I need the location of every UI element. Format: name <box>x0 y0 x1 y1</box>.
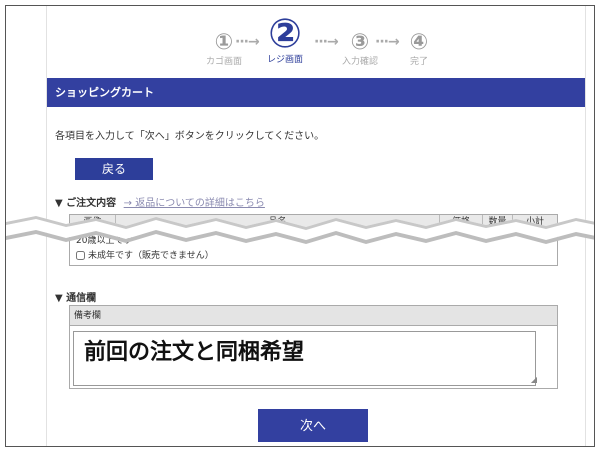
next-button[interactable]: 次へ <box>258 409 368 442</box>
minor-checkbox[interactable] <box>76 251 85 260</box>
step-number: ② <box>268 11 302 57</box>
progress-steps: ① カゴ画面 ···→ ② レジ画面 ···→ ③ 入力確認 ···→ ④ 完了 <box>47 6 585 72</box>
comm-section-title: ▼ 通信欄 <box>55 293 97 304</box>
step-complete: ④ 完了 <box>389 30 449 68</box>
step-label: 入力確認 <box>341 57 378 67</box>
returns-link[interactable]: → 返品についての詳細はこちら <box>124 198 265 209</box>
resize-handle-icon[interactable]: ◢ <box>531 375 537 384</box>
step-label: カゴ画面 <box>205 57 242 67</box>
step-register: ② レジ画面 <box>255 14 315 66</box>
minor-checkbox-row[interactable]: 未成年です（販売できません） <box>76 248 214 261</box>
step-number: ④ <box>409 30 429 55</box>
notes-label: 備考欄 <box>70 306 557 326</box>
notes-text: 前回の注文と同梱希望 <box>84 340 305 365</box>
minor-checkbox-label: 未成年です（販売できません） <box>88 251 214 261</box>
step-label: レジ画面 <box>266 55 303 65</box>
notes-box: 備考欄 前回の注文と同梱希望 ◢ <box>69 305 558 389</box>
back-button[interactable]: 戻る <box>75 158 153 180</box>
page-title: ショッピングカート <box>47 78 585 107</box>
order-section-title: ▼ ご注文内容 <box>55 198 117 209</box>
instruction-text: 各項目を入力して「次へ」ボタンをクリックしてください。 <box>55 131 325 142</box>
torn-page-divider <box>6 216 594 244</box>
notes-textarea[interactable]: 前回の注文と同梱希望 <box>73 331 536 386</box>
order-section-heading: ▼ ご注文内容 → 返品についての詳細はこちら <box>55 194 265 209</box>
screenshot-frame: ① カゴ画面 ···→ ② レジ画面 ···→ ③ 入力確認 ···→ ④ 完了… <box>5 5 595 447</box>
step-label: 完了 <box>409 57 428 67</box>
